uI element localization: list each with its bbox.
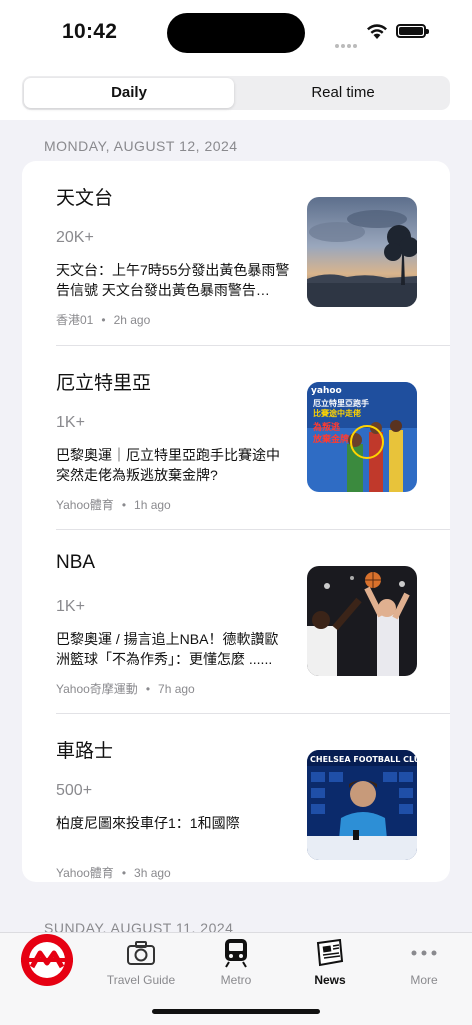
camera-icon (96, 937, 186, 969)
battery-icon (396, 24, 429, 38)
trend-summary: 柏度尼圖來投車仔1：1和國際 (56, 815, 240, 831)
trend-summary: 天文台：上午7時55分發出黃色暴雨警告信號 天文台發出黃色暴雨警告… (56, 262, 290, 298)
trend-count: 20K+ (56, 229, 94, 246)
home-indicator (152, 1009, 320, 1014)
trend-item[interactable]: 車路士 500+ 柏度尼圖來投車仔1：1和國際 Yahoo體育 • 3h ago C… (22, 714, 450, 882)
trend-item[interactable]: 天文台 20K+ 天文台：上午7時55分發出黃色暴雨警告信號 天文台發出黃色暴雨… (22, 161, 450, 345)
thumb-headline: 放棄金牌? (312, 433, 354, 445)
trend-time: 3h ago (134, 866, 171, 880)
trend-count: 500+ (56, 782, 93, 799)
trend-count: 1K+ (56, 598, 85, 615)
tab-label: More (410, 973, 438, 987)
tab-news[interactable]: News (285, 937, 375, 987)
thumb-headline: 比賽途中走佬 (313, 408, 361, 418)
trend-meta: 香港01 • 2h ago (56, 313, 151, 327)
daily-realtime-segmented-control: Daily Real time (22, 76, 450, 110)
thumb-headline: 厄立特里亞跑手 (313, 398, 369, 408)
trend-meta: Yahoo體育 • 3h ago (56, 866, 171, 880)
segment-bar: Daily Real time (0, 64, 472, 120)
chelsea-press-image[interactable]: CHELSEA FOOTBALL CLUB (307, 750, 417, 860)
tab-label: Metro (220, 973, 252, 987)
trend-title: 天文台 (56, 188, 114, 209)
trend-summary: 巴黎奧運｜厄立特里亞跑手比賽途中突然走佬為叛逃放棄金牌? (56, 447, 280, 483)
trend-source: 香港01 (56, 313, 94, 327)
metro-logo-icon[interactable] (20, 933, 74, 987)
tab-travel-guide[interactable]: Travel Guide (96, 937, 186, 987)
thumb-yahoo-text: yahoo (311, 386, 342, 396)
trend-title: 車路士 (56, 741, 114, 762)
trend-title: NBA (56, 552, 96, 573)
status-bar: 10:42 (0, 0, 472, 64)
trend-summary: 巴黎奧運 / 揚言追上NBA！德軟讚歐洲籃球「不為作秀」：更懂怎麼 ...... (56, 631, 279, 667)
sunset-landscape-image[interactable] (307, 197, 417, 307)
trend-time: 2h ago (113, 313, 151, 327)
tab-metro[interactable]: Metro (191, 937, 281, 987)
thumb-headline: 為叛逃 (312, 421, 341, 433)
basketball-image[interactable] (307, 566, 417, 676)
tab-label: News (314, 973, 346, 987)
trend-time: 7h ago (158, 682, 195, 696)
cellular-signal-icon (335, 35, 359, 53)
trend-meta: Yahoo奇摩運動 • 7h ago (56, 682, 195, 696)
trend-item[interactable]: 厄立特里亞 1K+ 巴黎奧運｜厄立特里亞跑手比賽途中突然走佬為叛逃放棄金牌? Y… (22, 346, 450, 530)
thumb-chelsea-text: CHELSEA FOOTBALL CLUB (310, 755, 417, 764)
trend-source: Yahoo體育 (56, 498, 114, 512)
trend-item[interactable]: NBA 1K+ 巴黎奧運 / 揚言追上NBA！德軟讚歐洲籃球「不為作秀」：更懂怎… (22, 530, 450, 714)
segment-daily[interactable]: Daily (24, 78, 234, 108)
trend-source: Yahoo體育 (56, 866, 114, 880)
dynamic-island (167, 13, 305, 53)
trends-card: 天文台 20K+ 天文台：上午7時55分發出黃色暴雨警告信號 天文台發出黃色暴雨… (22, 161, 450, 882)
runners-news-image[interactable]: yahoo 厄立特里亞跑手 比賽途中走佬 為叛逃 放棄金牌? (307, 382, 417, 492)
trend-title: 厄立特里亞 (56, 373, 152, 394)
trend-meta: Yahoo體育 • 1h ago (56, 498, 171, 512)
section-date-header: MONDAY, AUGUST 12, 2024 (44, 138, 238, 154)
status-time: 10:42 (62, 20, 118, 43)
tab-more[interactable]: More (379, 937, 469, 987)
trend-time: 1h ago (134, 498, 171, 512)
segment-realtime[interactable]: Real time (238, 78, 448, 108)
trend-count: 1K+ (56, 414, 85, 431)
more-dots-icon (379, 937, 469, 969)
tab-label: Travel Guide (106, 973, 176, 987)
train-icon (191, 937, 281, 969)
trend-source: Yahoo奇摩運動 (56, 682, 138, 696)
newspaper-icon (285, 937, 375, 969)
wifi-icon (367, 24, 387, 39)
